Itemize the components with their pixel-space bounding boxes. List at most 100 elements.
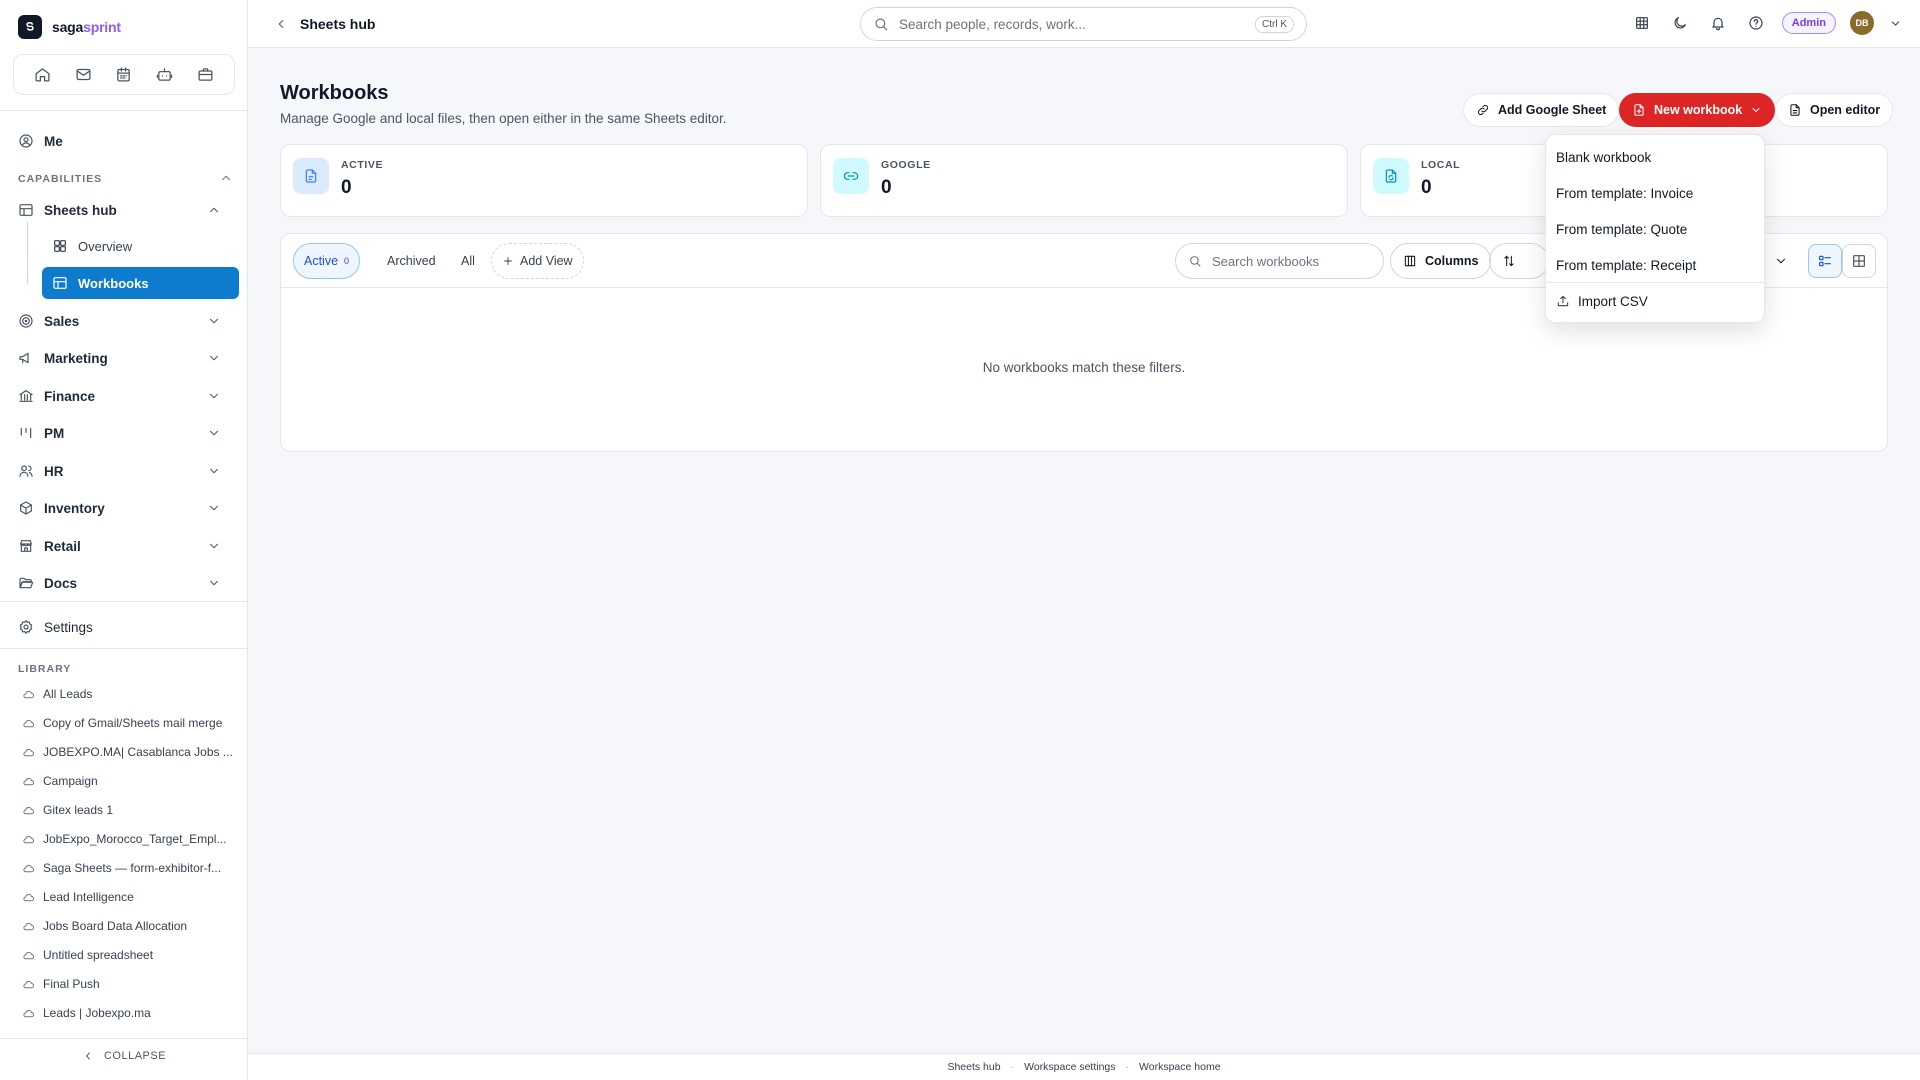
add-view-button[interactable]: Add View [491,243,584,279]
menu-item-blank-workbook[interactable]: Blank workbook [1556,142,1651,172]
library-item[interactable]: JobExpo_Morocco_Target_Empl... [22,829,237,849]
footer-link-workspace-home[interactable]: Workspace home [1139,1061,1221,1073]
footer-link-sheets-hub[interactable]: Sheets hub [947,1061,1000,1073]
menu-item-template-quote[interactable]: From template: Quote [1556,214,1687,244]
footer-link-workspace-settings[interactable]: Workspace settings [1024,1061,1115,1073]
cloud-icon [22,949,35,962]
library-item[interactable]: All Leads [22,684,237,704]
cloud-icon [22,920,35,933]
menu-item-import-csv[interactable]: Import CSV [1556,286,1648,316]
chevron-left-icon [82,1050,94,1062]
add-google-sheet-button[interactable]: Add Google Sheet [1463,93,1620,127]
sidebar-item-finance[interactable]: Finance [18,382,233,410]
button-label: New workbook [1654,103,1743,117]
tab-all[interactable]: All [451,243,485,279]
grid-icon[interactable] [1630,11,1654,35]
sidebar-item-me[interactable]: Me [18,127,233,155]
stat-card-active: ACTIVE 0 [280,144,808,217]
sidebar-item-label: Retail [44,538,81,554]
grid-view-button[interactable] [1842,244,1876,278]
link-icon [1476,103,1490,117]
grid-view-icon [1851,253,1867,269]
chevron-down-icon[interactable] [1888,11,1902,35]
library-item-label: Lead Intelligence [43,890,134,904]
cloud-icon [22,717,35,730]
menu-item-template-invoice[interactable]: From template: Invoice [1556,178,1693,208]
sidebar-item-pm[interactable]: PM [18,419,233,447]
view-options-dropdown[interactable] [1766,243,1806,279]
stat-label: ACTIVE [341,159,384,171]
table-icon [52,275,68,291]
bell-icon[interactable] [1706,11,1730,35]
help-icon[interactable] [1744,11,1768,35]
calendar-icon[interactable] [115,66,132,83]
library-item[interactable]: Leads | Jobexpo.ma [22,1003,237,1023]
library-item[interactable]: Lead Intelligence [22,887,237,907]
workbook-search-input[interactable]: Search workbooks [1175,243,1384,279]
sidebar-item-workbooks[interactable]: Workbooks [42,267,239,299]
briefcase-icon[interactable] [197,66,214,83]
sidebar-item-marketing[interactable]: Marketing [18,344,233,372]
sidebar-item-inventory[interactable]: Inventory [18,494,233,522]
sort-button[interactable] [1489,243,1549,279]
cloud-icon [22,775,35,788]
collapse-button[interactable]: COLLAPSE [0,1050,248,1062]
folder-open-icon [18,575,34,591]
moon-icon[interactable] [1668,11,1692,35]
sidebar-item-hr[interactable]: HR [18,457,233,485]
capabilities-label: CAPABILITIES [18,173,103,185]
footer-separator: · [1125,1061,1130,1073]
bot-icon[interactable] [156,66,173,83]
stat-value: 0 [881,177,892,198]
sidebar-item-label: Docs [44,575,78,591]
sidebar-item-label: PM [44,425,65,441]
chevron-down-icon [207,314,221,328]
library-item[interactable]: Jobs Board Data Allocation [22,916,237,936]
menu-item-label: From template: Receipt [1556,257,1697,273]
library-item[interactable]: Campaign [22,771,237,791]
sidebar-item-sales[interactable]: Sales [18,307,233,335]
sidebar-item-docs[interactable]: Docs [18,569,233,597]
sidebar-item-overview[interactable]: Overview [42,230,239,262]
tab-active[interactable]: Active 0 [293,243,361,279]
list-view-button[interactable] [1808,244,1842,278]
chevron-down-icon [207,501,221,515]
library-item[interactable]: JOBEXPO.MA| Casablanca Jobs ... [22,742,237,762]
sidebar-item-label: Sheets hub [44,202,117,218]
sidebar-item-sheets-hub[interactable]: Sheets hub [18,196,233,224]
stat-card-google: GOOGLE 0 [820,144,1348,217]
sidebar-divider [0,110,248,111]
cloud-icon [22,1007,35,1020]
sidebar: sagasprint Me CAPABILITIES Sheets hub Ov… [0,0,248,1080]
library-item-label: Copy of Gmail/Sheets mail merge [43,716,223,730]
sidebar-item-retail[interactable]: Retail [18,532,233,560]
button-label: Add Google Sheet [1498,103,1607,117]
box-icon [18,500,34,516]
library-item[interactable]: Untitled spreadsheet [22,945,237,965]
library-item[interactable]: Saga Sheets — form-exhibitor-f... [22,858,237,878]
columns-button[interactable]: Columns [1390,243,1492,279]
tab-archived[interactable]: Archived [377,243,446,279]
file-icon [293,158,329,194]
new-workbook-menu: Blank workbook From template: Invoice Fr… [1545,134,1765,323]
home-icon[interactable] [34,66,51,83]
top-actions: Admin DB [1630,11,1902,35]
tab-label: All [461,254,475,268]
library-item[interactable]: Gitex leads 1 [22,800,237,820]
menu-item-template-receipt[interactable]: From template: Receipt [1556,250,1696,280]
library-item-label: Untitled spreadsheet [43,948,154,962]
avatar[interactable]: DB [1850,11,1874,35]
users-icon [18,463,34,479]
library-item[interactable]: Final Push [22,974,237,994]
library-item-label: JOBEXPO.MA| Casablanca Jobs ... [43,745,233,759]
link-icon [833,158,869,194]
global-search-input[interactable]: Search people, records, work... Ctrl K [860,7,1307,41]
library-item[interactable]: Copy of Gmail/Sheets mail merge [22,713,237,733]
brand[interactable]: sagasprint [18,15,121,39]
chevron-up-icon[interactable] [219,171,233,185]
new-workbook-button[interactable]: New workbook [1619,93,1776,127]
sidebar-item-settings[interactable]: Settings [18,613,233,641]
back-button[interactable]: Sheets hub [274,16,375,32]
open-editor-button[interactable]: Open editor [1775,93,1894,127]
mail-icon[interactable] [75,66,92,83]
